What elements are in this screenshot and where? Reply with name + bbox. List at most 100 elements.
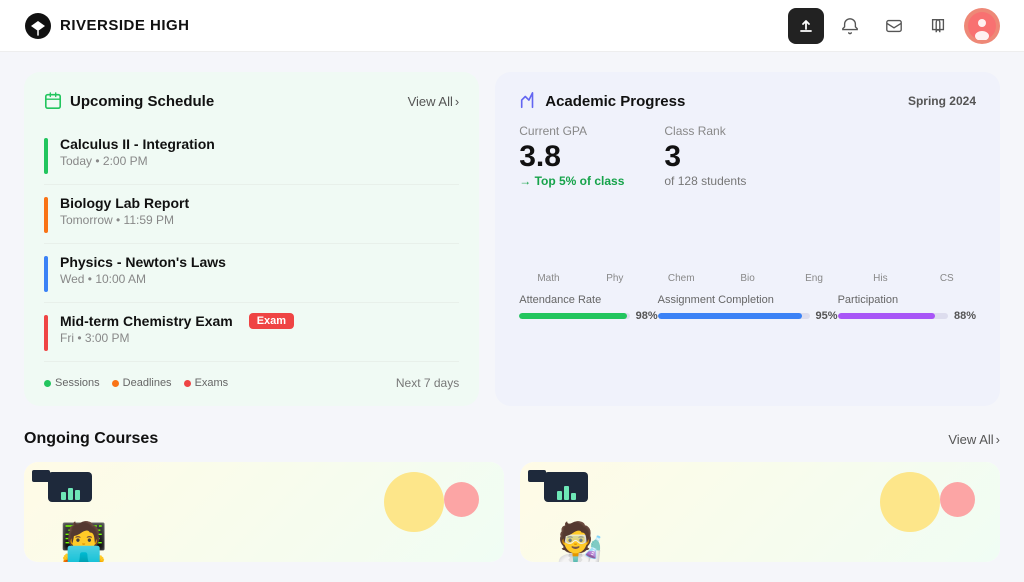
bar2 [68,488,73,500]
calendar-icon [44,92,62,110]
participation-pct: 88% [954,310,976,322]
bar-column: Math [519,269,577,284]
exams-dot [184,380,191,387]
schedule-item: Biology Lab Report Tomorrow • 11:59 PM [44,185,459,244]
course-card-1[interactable]: 🧑‍💻 [24,462,504,562]
item-name: Biology Lab Report [60,195,459,211]
schedule-text: Calculus II - Integration Today • 2:00 P… [60,136,459,168]
header: RIVERSIDE HIGH [0,0,1024,52]
course-card-2[interactable]: 🧑‍🔬 [520,462,1000,562]
mail-button[interactable] [876,8,912,44]
participation-bar-fill [838,313,935,319]
gpa-label: Current GPA [519,124,624,138]
bar-label: CS [940,273,954,284]
attendance-pct: 98% [636,310,658,322]
chart-screen [48,472,92,502]
item-name: Mid-term Chemistry Exam [60,313,233,329]
assignment-pct: 95% [816,310,838,322]
schedule-title: Upcoming Schedule [44,92,214,110]
bar-column: Chem [652,269,710,284]
bar5 [564,486,569,500]
ongoing-title: Ongoing Courses [24,430,158,448]
avatar[interactable] [964,8,1000,44]
schedule-item: Mid-term Chemistry Exam Exam Fri • 3:00 … [44,303,459,362]
deco-circle-3 [880,472,940,532]
assignment-bar-bg [658,313,810,319]
chart-icon [519,92,537,110]
academic-progress-card: Academic Progress Spring 2024 Current GP… [495,72,1000,406]
next-days-label: Next 7 days [396,376,459,390]
gpa-value: 3.8 [519,142,624,172]
item-name: Physics - Newton's Laws [60,254,459,270]
semester-badge: Spring 2024 [908,94,976,108]
deadlines-dot [112,380,119,387]
exam-badge: Exam [249,313,294,329]
bar-label: His [873,273,887,284]
main-content: Upcoming Schedule View All › Calculus II… [0,52,1024,582]
exam-indicator [44,315,48,351]
deco-circle-2 [444,482,479,517]
bar-column: Eng [785,269,843,284]
logo-icon [24,12,52,40]
logo: RIVERSIDE HIGH [24,12,190,40]
schedule-header: Upcoming Schedule View All › [44,92,459,110]
course-illustration-2: 🧑‍🔬 [520,462,1000,562]
attendance-label: Attendance Rate [519,294,657,306]
schedule-card: Upcoming Schedule View All › Calculus II… [24,72,479,406]
avatar-icon [968,12,996,40]
ongoing-section-header: Ongoing Courses View All › [24,430,1000,448]
participation-metric: Participation 88% [838,294,976,322]
book-icon [929,17,947,35]
header-actions [788,8,1000,44]
gpa-sub: → Top 5% of class [519,174,624,188]
session-indicator-2 [44,256,48,292]
legend: Sessions Deadlines Exams [44,377,228,389]
legend-deadlines: Deadlines [112,377,172,389]
assignment-metric: Assignment Completion 95% [658,294,838,322]
rank-label: Class Rank [664,124,746,138]
schedule-text: Physics - Newton's Laws Wed • 10:00 AM [60,254,459,286]
course-illustration-1: 🧑‍💻 [24,462,504,562]
sessions-dot [44,380,51,387]
notification-button[interactable] [832,8,868,44]
participation-label: Participation [838,294,976,306]
item-meta: Tomorrow • 11:59 PM [60,213,459,227]
item-meta: Fri • 3:00 PM [60,331,459,345]
bar-column: CS [918,269,976,284]
item-meta: Wed • 10:00 AM [60,272,459,286]
mail-icon [885,17,903,35]
legend-sessions: Sessions [44,377,100,389]
deadline-indicator [44,197,48,233]
attendance-bar-fill [519,313,627,319]
schedule-item: Calculus II - Integration Today • 2:00 P… [44,126,459,185]
rank-value: 3 [664,142,746,172]
metrics-row: Attendance Rate 98% Assignment Completio… [519,294,976,322]
bar4 [557,491,562,500]
legend-exams: Exams [184,377,229,389]
upload-button[interactable] [788,8,824,44]
participation-bar-row: 88% [838,310,976,322]
chart-screen-2 [544,472,588,502]
bar-label: Chem [668,273,695,284]
ongoing-view-all[interactable]: View All › [948,432,1000,447]
schedule-view-all[interactable]: View All › [408,94,460,109]
schedule-text: Mid-term Chemistry Exam Exam Fri • 3:00 … [60,313,459,345]
gpa-stat: Current GPA 3.8 → Top 5% of class [519,124,624,188]
book-button[interactable] [920,8,956,44]
rank-sub: of 128 students [664,174,746,188]
bar-label: Phy [606,273,623,284]
bar3 [75,490,80,500]
bar-label: Bio [740,273,754,284]
bar6 [571,493,576,500]
assignment-bar-row: 95% [658,310,838,322]
deco-circle [384,472,444,532]
bar-label: Math [537,273,559,284]
attendance-metric: Attendance Rate 98% [519,294,657,322]
figure-icon: 🧑‍💻 [60,524,107,562]
participation-bar-bg [838,313,948,319]
schedule-footer: Sessions Deadlines Exams Next 7 days [44,376,459,390]
item-name: Calculus II - Integration [60,136,459,152]
item-meta: Today • 2:00 PM [60,154,459,168]
top-row: Upcoming Schedule View All › Calculus II… [24,72,1000,406]
figure-icon-2: 🧑‍🔬 [556,524,603,562]
